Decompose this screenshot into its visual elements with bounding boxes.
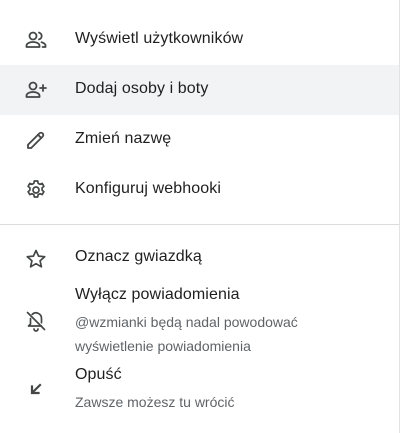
add-person-icon [24,78,48,102]
menu-item-rename[interactable]: Zmień nazwę [0,115,399,165]
arrow-down-left-icon [24,377,48,401]
menu-item-label: Konfiguruj webhooki [75,180,221,197]
menu-item-view-users[interactable]: Wyświetl użytkowników [0,14,399,64]
menu-item-configure-webhooks[interactable]: Konfiguruj webhooki [0,165,399,215]
menu-item-add-people-and-bots[interactable]: Dodaj osoby i boty [0,65,399,115]
menu-item-label: Zmień nazwę [75,130,172,147]
menu-item-label: Wyłącz powiadomienia [75,286,240,303]
menu-item-description: @wzmianki będą nadal powodować [75,314,298,330]
menu-divider [0,224,399,225]
room-options-menu: Wyświetl użytkowników Dodaj osoby i boty… [0,0,400,433]
menu-item-description: wyświetlenie powiadomienia [75,338,251,354]
star-icon [24,247,48,271]
menu-item-description: Zawsze możesz tu wrócić [75,394,235,410]
bell-off-icon [24,309,48,333]
people-icon [24,28,48,52]
menu-item-label: Dodaj osoby i boty [75,80,209,97]
pencil-icon [24,128,48,152]
menu-item-star[interactable]: Oznacz gwiazdką [0,234,399,282]
gear-icon [24,178,48,202]
menu-item-label: Opuść [75,366,122,383]
menu-item-mute-notifications[interactable]: Wyłącz powiadomienia @wzmianki będą nada… [0,282,399,358]
menu-item-label: Wyświetl użytkowników [75,30,244,47]
menu-item-leave[interactable]: Opuść Zawsze możesz tu wrócić [0,362,399,418]
menu-item-label: Oznacz gwiazdką [75,248,202,265]
